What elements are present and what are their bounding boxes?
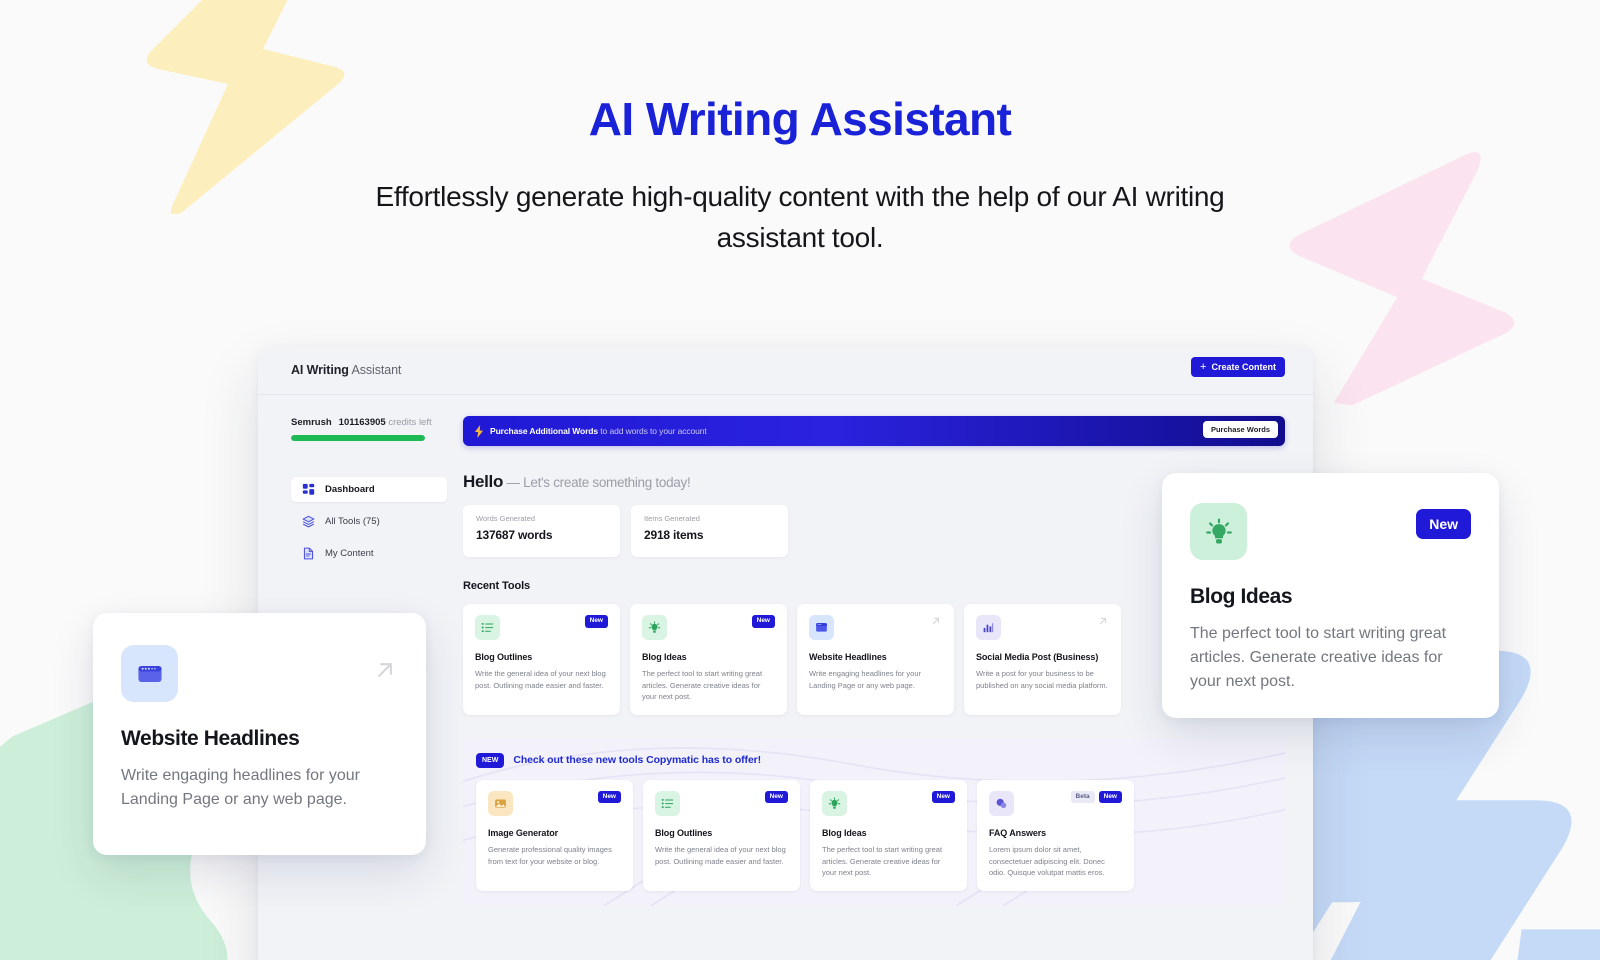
new-badge: New bbox=[1098, 790, 1122, 804]
new-badge: New bbox=[584, 615, 608, 628]
open-arrow-icon[interactable] bbox=[372, 657, 398, 683]
purchase-words-button[interactable]: Purchase Words bbox=[1202, 421, 1278, 438]
credits-row: Semrush 101163905 credits left bbox=[291, 417, 447, 428]
plan-name: Semrush bbox=[291, 417, 332, 428]
purchase-words-bold: Purchase Additional Words bbox=[490, 426, 599, 436]
greeting-message: — Let's create something today! bbox=[503, 475, 691, 490]
floating-card-title: Blog Ideas bbox=[1190, 585, 1293, 608]
stat-card-words: Words Generated 137687 words bbox=[463, 505, 620, 557]
tool-card[interactable]: New Blog Ideas The perfect tool to start… bbox=[810, 779, 967, 891]
lightbulb-icon bbox=[822, 790, 847, 816]
new-badge: New bbox=[597, 790, 621, 804]
sidebar-item-dashboard[interactable]: Dashboard bbox=[291, 477, 447, 502]
purchase-words-text: Purchase Additional Words to add words t… bbox=[490, 426, 707, 436]
chat-icon bbox=[989, 790, 1014, 816]
open-arrow-icon[interactable] bbox=[1097, 615, 1109, 627]
browser-icon bbox=[809, 615, 834, 640]
stat-value: 137687 words bbox=[476, 528, 553, 542]
window-topbar: AI Writing Assistant + Create Content bbox=[258, 347, 1313, 395]
tool-card[interactable]: Social Media Post (Business) Write a pos… bbox=[964, 604, 1121, 715]
brand-bold: AI Writing bbox=[291, 363, 349, 377]
stat-value: 2918 items bbox=[644, 528, 704, 542]
list-icon bbox=[655, 790, 680, 816]
sidebar-item-my-content[interactable]: My Content bbox=[291, 541, 447, 566]
purchase-words-rest: to add words to your account bbox=[598, 426, 707, 436]
tool-card-description: Write the general idea of your next blog… bbox=[475, 669, 606, 690]
new-badge: New bbox=[931, 790, 955, 804]
tool-card[interactable]: Website Headlines Write engaging headlin… bbox=[797, 604, 954, 715]
beta-badge: Beta bbox=[1070, 790, 1095, 804]
layers-icon bbox=[302, 515, 315, 528]
open-arrow-icon[interactable] bbox=[930, 615, 942, 627]
grid-icon bbox=[302, 483, 315, 495]
floating-card-description: The perfect tool to start writing great … bbox=[1190, 625, 1447, 690]
tool-card-description: Write a post for your business to be pub… bbox=[976, 669, 1108, 690]
page-title: AI Writing Assistant bbox=[588, 93, 1012, 145]
tool-card-description: The perfect tool to start writing great … bbox=[642, 669, 763, 702]
lightning-icon bbox=[474, 424, 484, 438]
stat-label: Words Generated bbox=[476, 514, 536, 523]
sidebar-item-all-tools[interactable]: All Tools (75) bbox=[291, 509, 447, 534]
tool-card-description: Lorem ipsum dolor sit amet, consectetuer… bbox=[989, 844, 1105, 878]
list-icon bbox=[475, 615, 500, 640]
stat-card-items: Items Generated 2918 items bbox=[631, 505, 788, 557]
tool-card-title: Social Media Post (Business) bbox=[976, 652, 1099, 662]
sidebar-item-label: Dashboard bbox=[325, 484, 375, 495]
tool-card-description: Write engaging headlines for your Landin… bbox=[809, 669, 922, 690]
floating-card-blog-ideas[interactable]: New Blog Ideas The perfect tool to start… bbox=[1162, 473, 1499, 718]
sidebar-nav: Dashboard All Tools (75) My Content bbox=[291, 477, 447, 566]
tool-card[interactable]: New Blog Outlines Write the general idea… bbox=[643, 779, 800, 891]
new-badge: New bbox=[764, 790, 788, 804]
tool-card-title: Blog Ideas bbox=[822, 827, 867, 838]
floating-card-description: Write engaging headlines for your Landin… bbox=[121, 767, 360, 808]
tool-card-description: The perfect tool to start writing great … bbox=[822, 844, 943, 878]
new-badge: New bbox=[751, 615, 775, 628]
brand-light: Assistant bbox=[348, 363, 402, 377]
credits-number: 101163905 bbox=[338, 417, 386, 428]
create-content-button[interactable]: + Create Content bbox=[1191, 357, 1285, 377]
tool-card-title: FAQ Answers bbox=[989, 827, 1047, 838]
floating-card-title: Website Headlines bbox=[121, 727, 300, 750]
new-tools-section: NEW Check out these new tools Copymatic … bbox=[463, 738, 1285, 906]
sidebar-item-label: My Content bbox=[325, 548, 374, 559]
tool-card[interactable]: New Blog Ideas The perfect tool to start… bbox=[630, 604, 787, 715]
sidebar-item-label: All Tools (75) bbox=[325, 516, 380, 527]
lightbulb-icon bbox=[642, 615, 667, 640]
page-root: AI Writing Assistant Effortlessly genera… bbox=[0, 0, 1600, 960]
plus-icon: + bbox=[1200, 360, 1207, 373]
tool-card-title: Blog Outlines bbox=[475, 652, 533, 662]
new-badge: New bbox=[1416, 509, 1471, 539]
credits-suffix: credits left bbox=[388, 417, 432, 428]
tool-card[interactable]: New Image Generator Generate professiona… bbox=[476, 779, 633, 891]
hero-section: AI Writing Assistant Effortlessly genera… bbox=[0, 0, 1600, 259]
app-brand: AI Writing Assistant bbox=[291, 363, 401, 377]
tool-card-description: Write the general idea of your next blog… bbox=[655, 844, 786, 866]
credits-progress-fill bbox=[291, 435, 425, 441]
greeting-hello: Hello bbox=[463, 472, 504, 491]
tool-card-title: Website Headlines bbox=[809, 652, 887, 662]
create-content-label: Create Content bbox=[1211, 362, 1276, 372]
tool-card-description: Generate professional quality images fro… bbox=[488, 844, 612, 866]
credits-progress-bar bbox=[291, 435, 425, 441]
document-icon bbox=[303, 547, 314, 560]
purchase-words-banner: Purchase Additional Words to add words t… bbox=[463, 416, 1285, 446]
tool-card-title: Image Generator bbox=[488, 827, 559, 838]
new-tag-badge: NEW bbox=[476, 752, 505, 768]
tool-card[interactable]: Beta New FAQ Answers Lorem ipsum dolor s… bbox=[977, 779, 1134, 891]
tool-card-title: Blog Outlines bbox=[655, 827, 713, 838]
tool-card-title: Blog Ideas bbox=[642, 652, 687, 662]
new-tools-heading: Check out these new tools Copymatic has … bbox=[513, 754, 762, 767]
image-icon bbox=[488, 790, 513, 816]
chart-icon bbox=[976, 615, 1001, 640]
floating-card-website-headlines[interactable]: Website Headlines Write engaging headlin… bbox=[93, 613, 426, 855]
lightbulb-icon bbox=[1190, 503, 1247, 560]
browser-icon bbox=[121, 645, 178, 702]
tool-card[interactable]: New Blog Outlines Write the general idea… bbox=[463, 604, 620, 715]
stat-label: Items Generated bbox=[644, 514, 700, 523]
page-subtitle: Effortlessly generate high-quality conte… bbox=[375, 181, 1225, 254]
